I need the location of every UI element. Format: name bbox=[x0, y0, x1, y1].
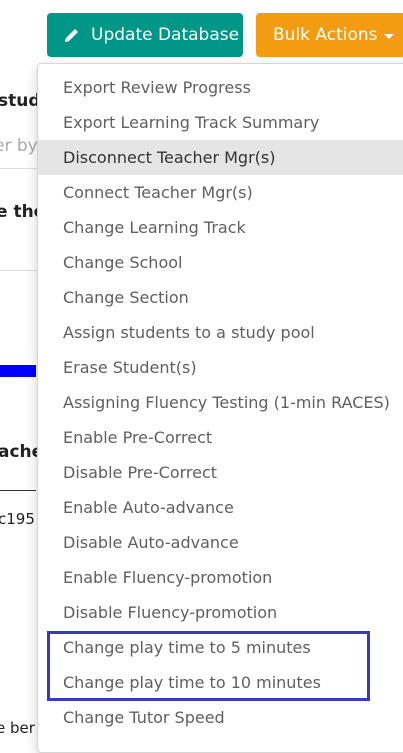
menu-item[interactable]: Assign students to a study pool bbox=[38, 315, 403, 350]
menu-item[interactable]: Change Tutor Speed bbox=[38, 700, 403, 735]
menu-item[interactable]: Enable Pre-Correct bbox=[38, 420, 403, 455]
menu-item[interactable]: Change Learning Track bbox=[38, 210, 403, 245]
pencil-icon bbox=[63, 27, 80, 44]
menu-item[interactable]: Disable Auto-advance bbox=[38, 525, 403, 560]
menu-item[interactable]: Erase Student(s) bbox=[38, 350, 403, 385]
menu-item[interactable]: Change School bbox=[38, 245, 403, 280]
menu-item[interactable]: Change Section bbox=[38, 280, 403, 315]
menu-item[interactable]: Enable Auto-advance bbox=[38, 490, 403, 525]
bulk-actions-dropdown-menu: Export Review Progress Export Learning Tr… bbox=[37, 63, 403, 753]
update-database-label: Update Database bbox=[91, 25, 240, 45]
menu-item[interactable]: Export Learning Track Summary bbox=[38, 105, 403, 140]
bg-progress-bar bbox=[0, 365, 36, 377]
bg-divider bbox=[0, 168, 37, 169]
menu-item[interactable]: Assigning Fluency Testing (1-min RACES) bbox=[38, 385, 403, 420]
menu-item[interactable]: Export Review Progress bbox=[38, 70, 403, 105]
bg-filter-placeholder: er by bbox=[0, 136, 38, 156]
menu-item[interactable]: Change play time to 5 minutes bbox=[38, 630, 403, 665]
bg-divider bbox=[0, 270, 37, 271]
menu-item[interactable]: Disable Pre-Correct bbox=[38, 455, 403, 490]
bulk-actions-button[interactable]: Bulk Actions bbox=[256, 13, 403, 57]
bg-cell-fragment: e ber bbox=[0, 719, 35, 737]
bg-heading-fragment: stud bbox=[0, 91, 41, 111]
bulk-actions-label: Bulk Actions bbox=[273, 25, 378, 45]
caret-down-icon bbox=[383, 33, 394, 39]
menu-item[interactable]: Connect Teacher Mgr(s) bbox=[38, 175, 403, 210]
bg-cell-fragment: c195 bbox=[0, 510, 35, 528]
menu-item[interactable]: Change play time to 10 minutes bbox=[38, 665, 403, 700]
bg-table-header-line bbox=[0, 490, 36, 491]
menu-item[interactable]: Disconnect Teacher Mgr(s) bbox=[38, 140, 403, 175]
update-database-button[interactable]: Update Database bbox=[47, 13, 243, 57]
menu-item[interactable]: Disable Fluency-promotion bbox=[38, 595, 403, 630]
menu-item[interactable]: Enable Fluency-promotion bbox=[38, 560, 403, 595]
